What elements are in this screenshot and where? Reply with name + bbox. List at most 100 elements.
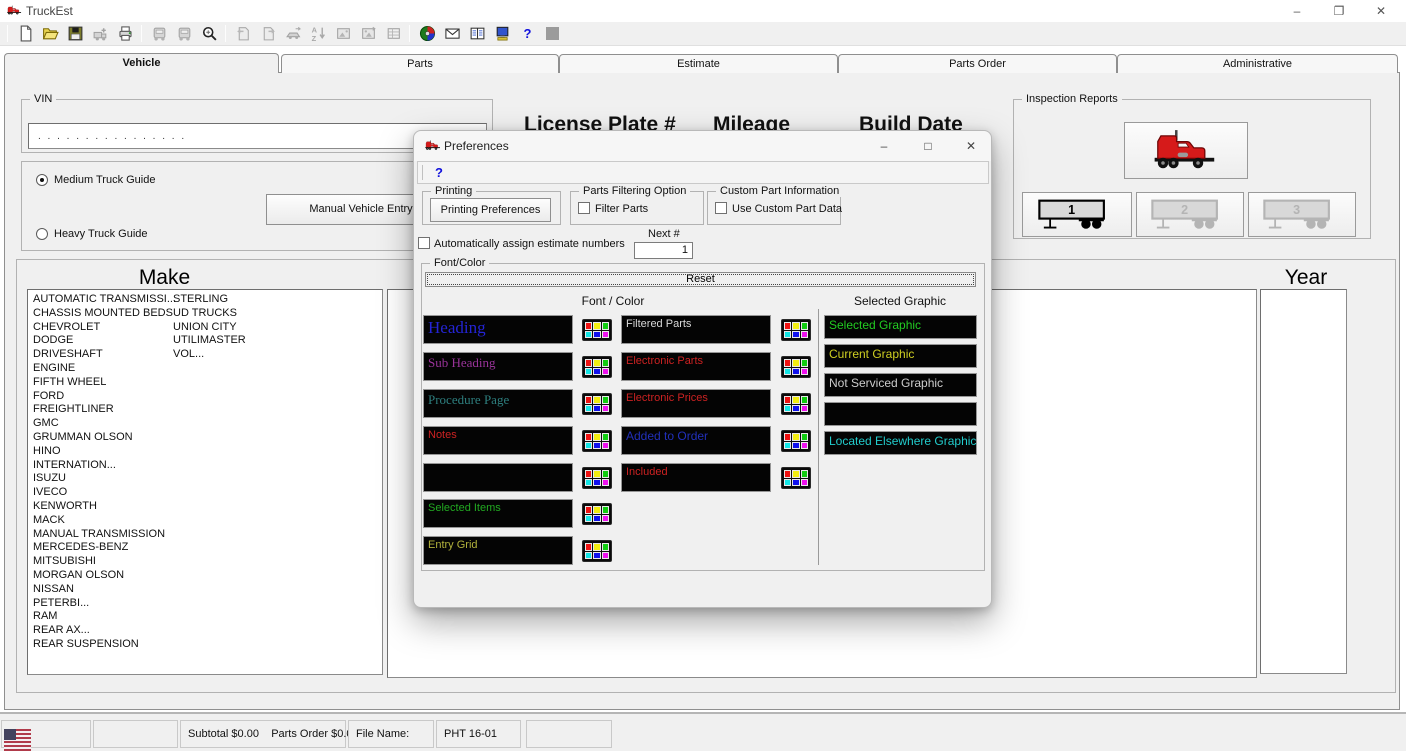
make-list-item[interactable]: FIFTH WHEEL (33, 376, 176, 390)
color-palette-icon[interactable] (781, 430, 811, 452)
zoom-icon[interactable] (197, 23, 222, 44)
make-list-item[interactable]: UTILIMASTER (173, 334, 246, 348)
trailer-2-report-button[interactable]: 2 (1136, 192, 1244, 237)
fc-row-located-elsewhere-graphic[interactable]: Located Elsewhere Graphic (824, 431, 977, 455)
make-list-item[interactable]: REAR SUSPENSION (33, 638, 176, 652)
trailer-3-report-button[interactable]: 3 (1248, 192, 1356, 237)
open-file-icon[interactable] (38, 23, 63, 44)
make-list-item[interactable]: MANUAL TRANSMISSION (33, 528, 176, 542)
filter-parts-checkbox[interactable] (578, 202, 590, 214)
make-list-item[interactable]: UD TRUCKS (173, 307, 246, 321)
make-list-item[interactable]: STERLING (173, 293, 246, 307)
color-palette-icon[interactable] (582, 467, 612, 489)
make-list-item[interactable]: VOL... (173, 348, 246, 362)
color-palette-icon[interactable] (582, 503, 612, 525)
color-palette-icon[interactable] (582, 430, 612, 452)
fc-row-notes[interactable]: Notes (423, 426, 573, 455)
tab-estimate[interactable]: Estimate (559, 54, 838, 73)
make-list-item[interactable]: GRUMMAN OLSON (33, 431, 176, 445)
vehicle-transfer-icon[interactable] (281, 23, 306, 44)
make-list-item[interactable]: FREIGHTLINER (33, 403, 176, 417)
restore-button[interactable]: ❐ (1318, 0, 1360, 22)
fc-row-selected-items[interactable]: Selected Items (423, 499, 573, 528)
color-palette-icon[interactable] (781, 356, 811, 378)
reset-button[interactable]: Reset (425, 272, 976, 287)
make-listbox[interactable]: AUTOMATIC TRANSMISSI...CHASSIS MOUNTED B… (27, 289, 383, 675)
add-vehicle-icon[interactable] (88, 23, 113, 44)
export-document-icon[interactable] (256, 23, 281, 44)
fc-row-sub-heading[interactable]: Sub Heading (423, 352, 573, 381)
fc-row-added-to-order[interactable]: Added to Order (621, 426, 771, 455)
dialog-maximize-button[interactable]: □ (906, 131, 950, 161)
fc-row-entry-grid[interactable]: Entry Grid (423, 536, 573, 565)
parts-wheel-icon[interactable] (415, 23, 440, 44)
make-list-item[interactable]: UNION CITY (173, 321, 246, 335)
make-list-item[interactable]: MORGAN OLSON (33, 569, 176, 583)
color-palette-icon[interactable] (781, 319, 811, 341)
dialog-help-icon[interactable]: ? (435, 165, 443, 180)
fc-row-procedure-page[interactable]: Procedure Page (423, 389, 573, 418)
make-list-item[interactable]: IVECO (33, 486, 176, 500)
color-palette-icon[interactable] (582, 393, 612, 415)
year-listbox[interactable] (1260, 289, 1347, 674)
make-list-item[interactable]: PETERBI... (33, 597, 176, 611)
new-document-icon[interactable] (13, 23, 38, 44)
fc-row-blank[interactable] (423, 463, 573, 492)
help-icon[interactable]: ? (515, 23, 540, 44)
tractor-report-button[interactable] (1124, 122, 1248, 179)
make-list-item[interactable]: DRIVESHAFT (33, 348, 176, 362)
color-palette-icon[interactable] (582, 540, 612, 562)
make-list-item[interactable]: ENGINE (33, 362, 176, 376)
use-custom-part-data-checkbox[interactable] (715, 202, 727, 214)
trailer-1-report-button[interactable]: 1 (1022, 192, 1132, 237)
image-previous-icon[interactable] (331, 23, 356, 44)
fc-row-included[interactable]: Included (621, 463, 771, 492)
make-list-item[interactable]: RAM (33, 610, 176, 624)
make-list-item[interactable]: KENWORTH (33, 500, 176, 514)
next-number-input[interactable]: 1 (634, 242, 693, 259)
fc-row-blank-graphic[interactable] (824, 402, 977, 426)
tab-parts[interactable]: Parts (281, 54, 559, 73)
fc-row-filtered-parts[interactable]: Filtered Parts (621, 315, 771, 344)
notes-grid-icon[interactable] (381, 23, 406, 44)
make-list-item[interactable]: HINO (33, 445, 176, 459)
make-list-item[interactable]: CHEVROLET (33, 321, 176, 335)
email-icon[interactable] (440, 23, 465, 44)
tab-parts-order[interactable]: Parts Order (838, 54, 1117, 73)
make-list-item[interactable]: ISUZU (33, 472, 176, 486)
save-icon[interactable] (63, 23, 88, 44)
tab-administrative[interactable]: Administrative (1117, 54, 1398, 73)
color-palette-icon[interactable] (582, 319, 612, 341)
computer-icon[interactable] (490, 23, 515, 44)
tab-vehicle[interactable]: Vehicle (4, 53, 279, 73)
catalog-icon[interactable] (465, 23, 490, 44)
import-document-icon[interactable] (231, 23, 256, 44)
auto-assign-checkbox[interactable] (418, 237, 430, 249)
make-list-item[interactable]: DODGE (33, 334, 176, 348)
truck-front-icon-2[interactable] (172, 23, 197, 44)
printing-preferences-button[interactable]: Printing Preferences (430, 198, 551, 222)
make-list-item[interactable]: GMC (33, 417, 176, 431)
make-list-item[interactable]: AUTOMATIC TRANSMISSI... (33, 293, 176, 307)
color-palette-icon[interactable] (781, 467, 811, 489)
color-palette-icon[interactable] (582, 356, 612, 378)
make-list-item[interactable]: INTERNATION... (33, 459, 176, 473)
minimize-button[interactable]: – (1276, 0, 1318, 22)
medium-truck-radio[interactable] (36, 174, 48, 186)
make-list-item[interactable]: REAR AX... (33, 624, 176, 638)
dialog-minimize-button[interactable]: – (862, 131, 906, 161)
make-list-item[interactable]: FORD (33, 390, 176, 404)
color-palette-icon[interactable] (781, 393, 811, 415)
fc-row-selected-graphic[interactable]: Selected Graphic (824, 315, 977, 339)
dialog-close-button[interactable]: ✕ (949, 131, 993, 161)
make-list-item[interactable]: MACK (33, 514, 176, 528)
fc-row-electronic-prices[interactable]: Electronic Prices (621, 389, 771, 418)
close-button[interactable]: ✕ (1360, 0, 1402, 22)
sort-icon[interactable]: AZ (306, 23, 331, 44)
make-list-item[interactable]: CHASSIS MOUNTED BEDS (33, 307, 176, 321)
fc-row-electronic-parts[interactable]: Electronic Parts (621, 352, 771, 381)
fc-row-current-graphic[interactable]: Current Graphic (824, 344, 977, 368)
truck-front-icon-1[interactable] (147, 23, 172, 44)
heavy-truck-radio[interactable] (36, 228, 48, 240)
fc-row-heading[interactable]: Heading (423, 315, 573, 344)
